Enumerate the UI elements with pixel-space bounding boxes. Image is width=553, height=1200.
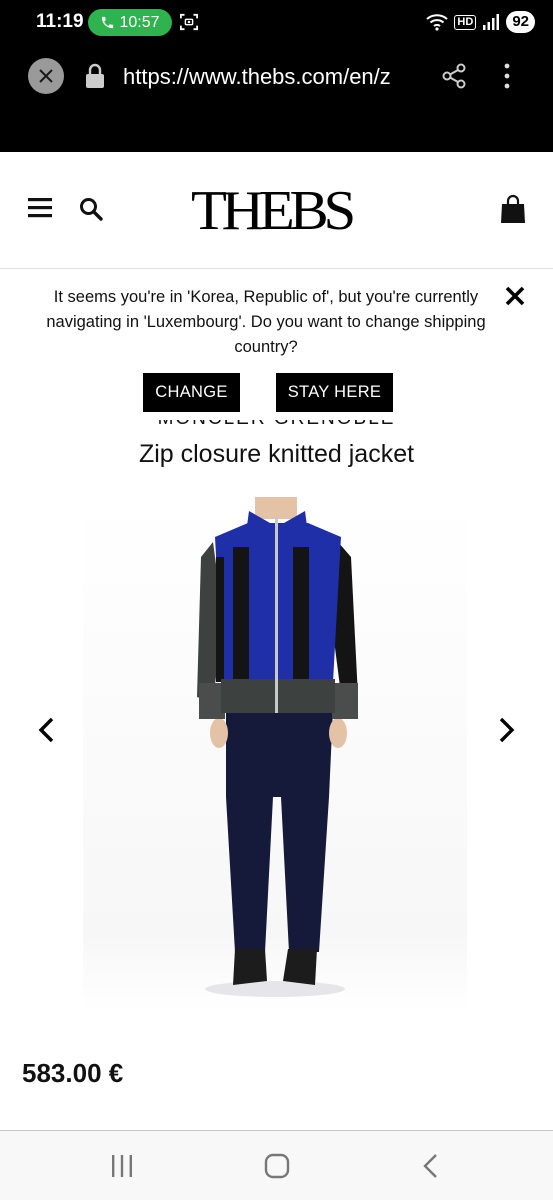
lock-icon[interactable] (84, 63, 106, 89)
back-icon[interactable] (420, 1153, 442, 1179)
product-brand: MONCLER GRENOBLE (140, 420, 413, 428)
previous-image-arrow-icon[interactable] (36, 716, 58, 744)
product-photo (197, 497, 358, 997)
next-image-arrow-icon[interactable] (495, 716, 517, 744)
product-title: Zip closure knitted jacket (138, 440, 415, 468)
recent-apps-icon[interactable] (110, 1153, 134, 1179)
shipping-country-banner: It seems you're in 'Korea, Republic of',… (0, 270, 553, 420)
product-brand-text: MONCLER GRENOBLE (140, 420, 413, 428)
system-navigation-bar (0, 1130, 553, 1200)
home-icon[interactable] (264, 1153, 290, 1179)
battery-level: 92 (506, 11, 535, 33)
product-image[interactable] (83, 497, 467, 1012)
close-icon[interactable] (503, 284, 527, 308)
site-header: THEBS (0, 152, 553, 269)
banner-message: It seems you're in 'Korea, Republic of',… (46, 288, 486, 356)
status-time: 11:19 (36, 11, 84, 32)
menu-icon[interactable] (28, 197, 52, 219)
signal-icon (483, 14, 500, 30)
hd-voice-badge: HD (454, 14, 477, 30)
status-bar: 11:19 10:57 HD 92 (0, 0, 553, 46)
close-icon (39, 69, 53, 83)
shopping-bag-icon[interactable] (500, 194, 526, 224)
close-tab-button[interactable] (28, 58, 64, 94)
call-duration: 10:57 (119, 13, 160, 31)
search-icon[interactable] (79, 197, 103, 221)
call-indicator[interactable]: 10:57 (88, 9, 172, 36)
site-logo[interactable]: THEBS (191, 182, 356, 240)
share-icon[interactable] (441, 63, 467, 89)
browser-toolbar: https://www.thebs.com/en/z (0, 46, 553, 152)
change-button[interactable]: CHANGE (143, 373, 240, 412)
more-options-icon[interactable] (496, 62, 518, 90)
product-price: 583.00 € (22, 1058, 124, 1088)
stay-here-button[interactable]: STAY HERE (276, 373, 393, 412)
phone-icon (102, 16, 114, 29)
wifi-icon (426, 14, 449, 31)
screen-recording-icon (180, 13, 198, 31)
url-bar[interactable]: https://www.thebs.com/en/z (123, 64, 419, 90)
